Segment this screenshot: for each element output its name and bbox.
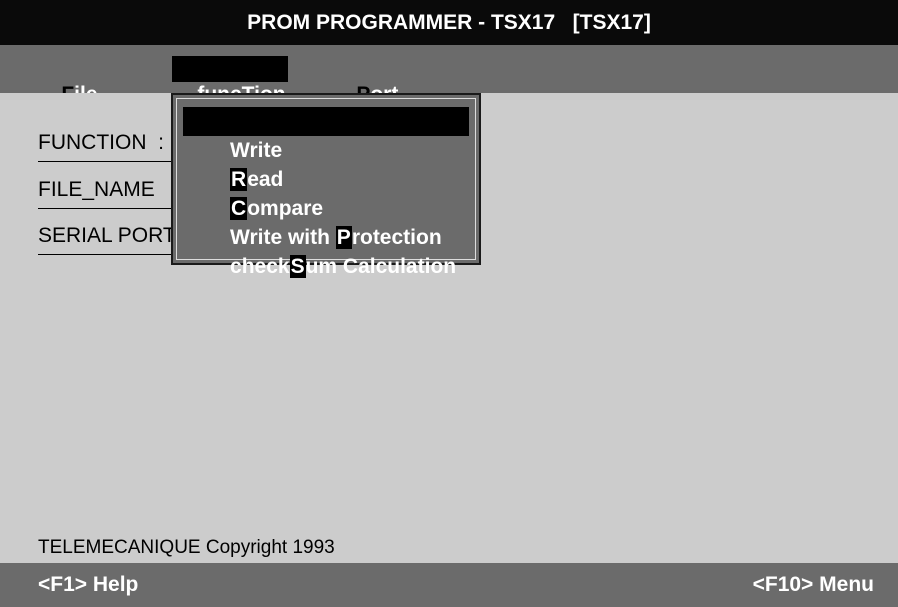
menu-item-wwp-prefix: Write with	[230, 226, 336, 249]
menu-item-compare-label: ompare	[247, 197, 324, 220]
menu-bar: File funcTion Port	[0, 45, 898, 106]
title-bar: PROM PROGRAMMER - TSX17 [TSX17]	[0, 0, 898, 45]
function-dropdown: Write Read Compare Write with Protection…	[171, 93, 481, 278]
menu-key-hint[interactable]: <F10> Menu	[753, 573, 874, 597]
menu-item-read-hotkey: R	[230, 168, 248, 191]
status-bar: <F1> Help <F10> Menu	[0, 563, 898, 607]
menu-item-compare-hotkey: C	[230, 197, 248, 220]
menu-function[interactable]: funcTion	[172, 56, 288, 106]
menu-port[interactable]: Port	[331, 56, 400, 106]
menu-item-wwp-label: rotection	[351, 226, 442, 249]
menu-item-read-label: ead	[247, 168, 284, 191]
file-name-label: FILE_NAME	[38, 178, 178, 209]
copyright-text: TELEMECANIQUE Copyright 1993	[38, 537, 335, 558]
window-title: PROM PROGRAMMER - TSX17 [TSX17]	[247, 10, 651, 34]
menu-item-wwp-hotkey: P	[335, 226, 352, 249]
function-label: FUNCTION :	[38, 131, 178, 162]
menu-item-checksum-prefix: check	[230, 255, 290, 278]
menu-item-checksum-label: um Calculation	[305, 255, 457, 278]
menu-item-write[interactable]: Write	[183, 107, 469, 162]
serial-port-label: SERIAL PORT	[38, 224, 178, 255]
help-key-hint[interactable]: <F1> Help	[38, 573, 138, 597]
menu-item-checksum-hotkey: S	[289, 255, 306, 278]
menu-item-write-label: Write	[230, 139, 283, 162]
menu-file[interactable]: File	[36, 56, 100, 106]
